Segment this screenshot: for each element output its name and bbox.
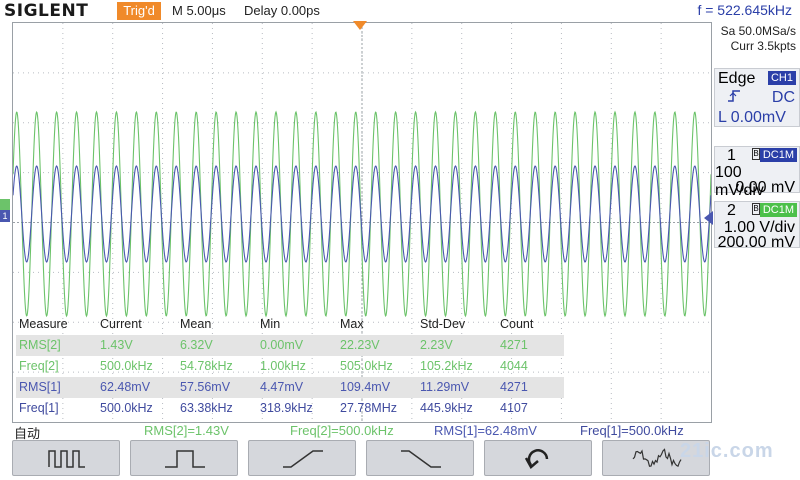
table-header: Min — [260, 317, 281, 331]
measure-name: Freq[1] — [19, 401, 59, 415]
trigger-type: Edge — [718, 70, 756, 87]
sample-rate: Sa 50.0MSa/s — [720, 24, 796, 38]
measure-count: 4271 — [500, 338, 528, 352]
measure-count: 4271 — [500, 380, 528, 394]
table-header: Std-Dev — [420, 317, 466, 331]
square-wave-icon — [48, 450, 85, 468]
measure-std-dev: 2.23V — [420, 338, 453, 352]
trigger-source: CH1 — [767, 71, 796, 85]
watermark-logo: 21ic.com — [680, 440, 774, 462]
channel-2-coupling: DC1M — [759, 203, 797, 217]
status-bar: 自动 RMS[2]=1.43V Freq[2]=500.0kHz RMS[1]=… — [0, 423, 800, 441]
measure-name: RMS[1] — [19, 380, 61, 394]
trigger-level: L 0.00mV — [718, 109, 786, 126]
status-measure-freq1: Freq[1]=500.0kHz — [580, 423, 684, 438]
measure-count: 4044 — [500, 359, 528, 373]
measure-name: RMS[2] — [19, 338, 61, 352]
frequency-counter: f = 522.645kHz — [697, 2, 792, 18]
measure-count: 4107 — [500, 401, 528, 415]
measure-min: 318.9kHz — [260, 401, 313, 415]
table-header: Mean — [180, 317, 212, 331]
status-measure-freq2: Freq[2]=500.0kHz — [290, 423, 394, 438]
measure-current: 500.0kHz — [100, 359, 153, 373]
table-header-row: Measure Current Mean Min Max Std-Dev Cou… — [16, 314, 564, 335]
table-row: RMS[2] 1.43V 6.32V 0.00mV 22.23V 2.23V 4… — [16, 335, 564, 356]
softkey-ramp-up[interactable] — [248, 440, 356, 476]
table-header: Measure — [19, 317, 68, 331]
brand-logo: SIGLENT — [4, 1, 89, 21]
measure-mean: 57.56mV — [180, 380, 231, 394]
softkey-pulse[interactable] — [130, 440, 238, 476]
table-row: RMS[1] 62.48mV 57.56mV 4.47mV 109.4mV 11… — [16, 377, 564, 398]
measure-name: Freq[2] — [19, 359, 59, 373]
measure-max: 109.4mV — [340, 380, 391, 394]
ramp-up-icon — [283, 450, 323, 468]
channel-2-panel[interactable]: 2 B DC1M 1.00 V/div 200.00 mV — [714, 201, 800, 251]
channel-1-panel[interactable]: 1 B DC1M 100 mV/div 0.00 mV — [714, 146, 800, 199]
status-measure-rms2: RMS[2]=1.43V — [144, 423, 229, 438]
measure-std-dev: 445.9kHz — [420, 401, 473, 415]
table-header: Current — [100, 317, 142, 331]
rising-edge-icon — [727, 89, 741, 108]
softkey-return[interactable] — [484, 440, 592, 476]
measurement-table: Measure Current Mean Min Max Std-Dev Cou… — [16, 314, 564, 419]
measure-std-dev: 11.29mV — [420, 380, 470, 394]
delay-readout[interactable]: Delay 0.00ps — [244, 3, 320, 18]
top-bar: SIGLENT Trig'd M 5.00μs Delay 0.00ps f =… — [0, 0, 800, 22]
measure-max: 27.78MHz — [340, 401, 397, 415]
table-header: Count — [500, 317, 534, 331]
trigger-status-badge[interactable]: Trig'd — [117, 2, 161, 20]
acquisition-panel: Sa 50.0MSa/s Curr 3.5kpts — [714, 24, 800, 54]
pulse-icon — [165, 450, 205, 468]
measure-mean: 6.32V — [180, 338, 213, 352]
measure-max: 22.23V — [340, 338, 380, 352]
table-row: Freq[1] 500.0kHz 63.38kHz 318.9kHz 27.78… — [16, 398, 564, 419]
trigger-level-marker[interactable] — [704, 211, 713, 225]
channel-1-coupling: DC1M — [759, 148, 797, 162]
softkey-square-wave[interactable] — [12, 440, 120, 476]
ramp-down-icon — [401, 450, 441, 468]
measure-current: 500.0kHz — [100, 401, 153, 415]
measure-std-dev: 105.2kHz — [420, 359, 473, 373]
bandwidth-limit-icon: B — [752, 148, 760, 160]
table-header: Max — [340, 317, 364, 331]
memory-depth: Curr 3.5kpts — [730, 39, 796, 53]
measure-max: 505.0kHz — [340, 359, 393, 373]
trigger-position-marker[interactable] — [353, 21, 367, 30]
bandwidth-limit-icon: B — [752, 203, 760, 215]
table-row: Freq[2] 500.0kHz 54.78kHz 1.00kHz 505.0k… — [16, 356, 564, 377]
noise-wave-path — [632, 448, 682, 468]
ch1-ground-marker[interactable]: 1 — [0, 210, 10, 222]
timebase-readout[interactable]: M 5.00μs — [172, 3, 226, 18]
channel-2-offset: 200.00 mV — [717, 234, 795, 251]
measure-min: 0.00mV — [260, 338, 304, 352]
trigger-coupling: DC — [771, 89, 795, 106]
measure-current: 1.43V — [100, 338, 133, 352]
measure-min: 1.00kHz — [260, 359, 306, 373]
channel-1-offset: 0.00 mV — [735, 179, 795, 196]
channel-2-number: 2 — [727, 202, 736, 219]
softkey-ramp-down[interactable] — [366, 440, 474, 476]
measure-current: 62.48mV — [100, 380, 151, 394]
status-measure-rms1: RMS[1]=62.48mV — [434, 423, 537, 438]
channel-1-number: 1 — [727, 147, 736, 164]
measure-mean: 54.78kHz — [180, 359, 233, 373]
trigger-panel[interactable]: Edge CH1 DC L 0.00mV — [714, 68, 800, 127]
measure-mean: 63.38kHz — [180, 401, 233, 415]
return-arrow-icon — [524, 449, 549, 469]
measure-min: 4.47mV — [260, 380, 304, 394]
